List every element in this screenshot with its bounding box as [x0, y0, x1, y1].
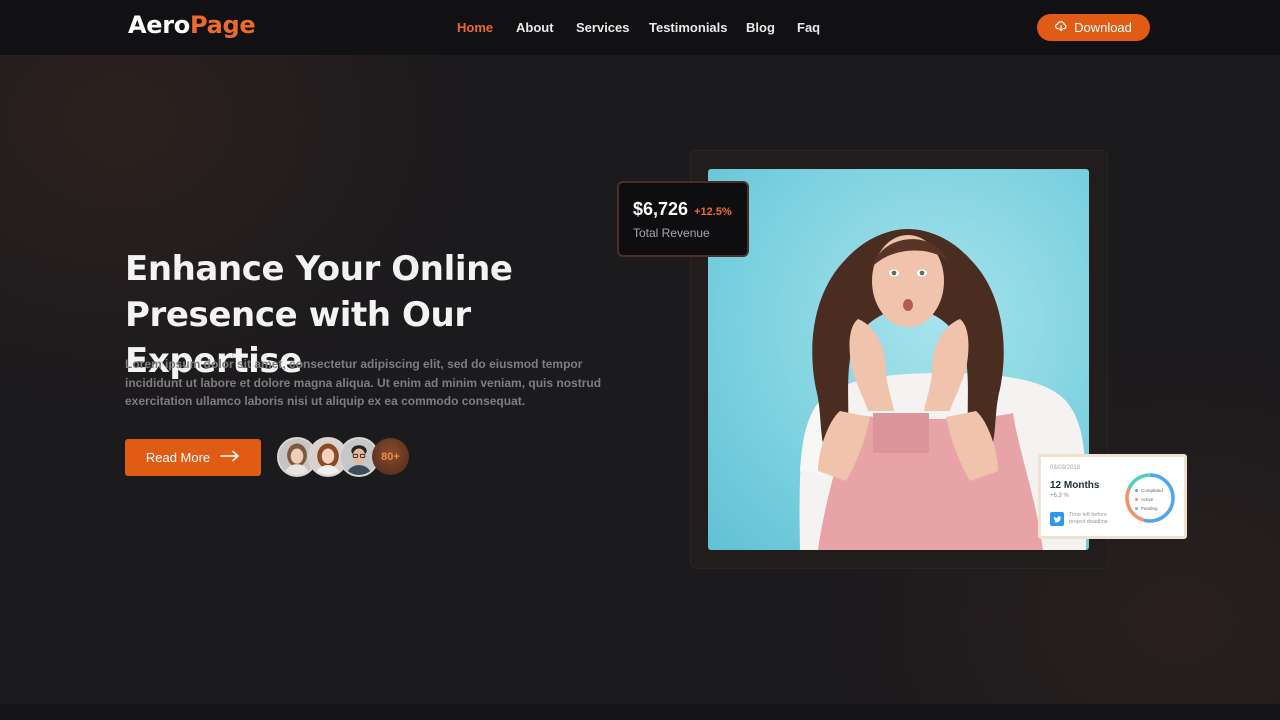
cloud-download-icon	[1055, 20, 1067, 35]
revenue-amount: $6,726	[633, 199, 689, 219]
revenue-change: +12.5%	[694, 206, 732, 218]
legend-item: Pending	[1135, 504, 1163, 513]
arrow-right-icon	[220, 450, 240, 465]
revenue-label: Total Revenue	[633, 226, 710, 240]
legend-item: Active	[1135, 495, 1163, 504]
hero-photo	[708, 169, 1089, 550]
nav-blog[interactable]: Blog	[746, 20, 775, 35]
avatar-group: 80+	[277, 437, 417, 479]
read-more-label: Read More	[145, 450, 211, 465]
progress-legend: Completed Active Pending	[1135, 486, 1163, 513]
read-more-button[interactable]: Read More	[125, 439, 261, 476]
legend-item: Completed	[1135, 486, 1163, 495]
legend-label: Active	[1141, 497, 1154, 502]
nav-faq[interactable]: Faq	[797, 20, 820, 35]
revenue-card: $6,726 +12.5% Total Revenue	[617, 181, 749, 257]
nav-testimonials[interactable]: Testimonials	[649, 20, 728, 35]
avatar-count-badge: 80+	[372, 438, 409, 475]
download-button[interactable]: Download	[1037, 14, 1150, 41]
download-button-label: Download	[1074, 20, 1132, 35]
legend-label: Pending	[1141, 506, 1158, 511]
headline-line-1: Enhance Your Online	[125, 249, 513, 289]
project-deadline-card: 03/03/2018 12 Months +6.3 % Time left be…	[1038, 454, 1187, 539]
hero-description: Lorem ipsum dolor sit amet, consectetur …	[125, 357, 602, 408]
project-footer: Time left before project deadline	[1050, 512, 1117, 526]
twitter-icon	[1050, 512, 1064, 526]
project-footer-text: Time left before project deadline	[1069, 512, 1108, 525]
nav-about[interactable]: About	[516, 20, 554, 35]
nav-home[interactable]: Home	[457, 20, 493, 35]
nav-services[interactable]: Services	[576, 20, 630, 35]
next-section-edge	[0, 704, 1280, 720]
legend-label: Completed	[1141, 488, 1163, 493]
top-navbar: AeroPage Home About Services Testimonial…	[0, 0, 1280, 55]
revenue-top: $6,726 +12.5%	[633, 199, 747, 220]
